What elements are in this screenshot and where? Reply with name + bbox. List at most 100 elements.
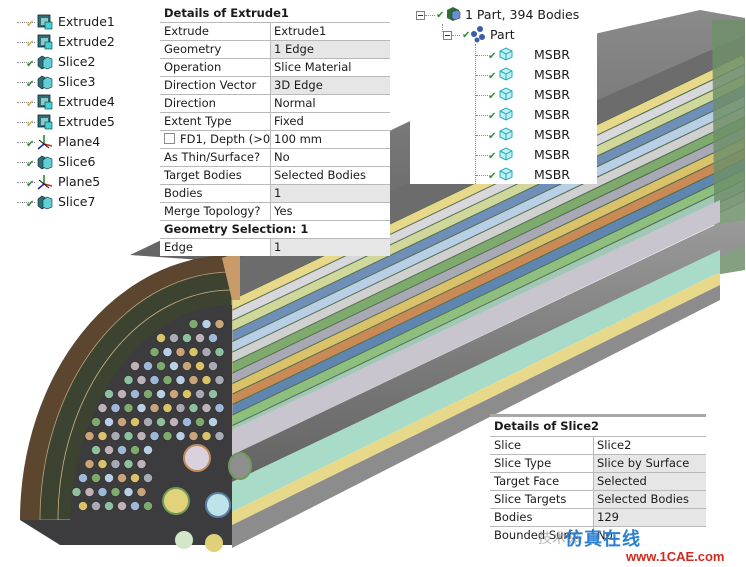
tree-item-label: Slice6 bbox=[58, 154, 96, 169]
channel-hole bbox=[195, 389, 205, 399]
channel-hole bbox=[188, 319, 199, 329]
details-title: Details of Slice2 bbox=[494, 419, 600, 433]
details-value[interactable]: 100 mm bbox=[271, 131, 390, 148]
details-value[interactable]: 1 Edge bbox=[271, 41, 390, 58]
warning-check-icon: ✔ bbox=[26, 119, 35, 130]
details-key: Target Face bbox=[490, 473, 594, 490]
model-tree: ✔ 1 Part, 394 Bodies ✔ Part ✔ MSBR ✔ MSBR ✔ M… bbox=[410, 0, 597, 184]
details-value[interactable]: Extrude1 bbox=[271, 23, 390, 40]
tree-item-extrude2[interactable]: ✔ Extrude2 bbox=[0, 32, 160, 52]
channel-hole bbox=[182, 389, 192, 399]
tree-item-extrude4[interactable]: ✔ Extrude4 bbox=[0, 92, 160, 112]
channel-hole bbox=[123, 431, 134, 441]
tree-item-slice7[interactable]: ✔ Slice7 bbox=[0, 192, 160, 212]
tree-item-extrude1[interactable]: ✔ Extrude1 bbox=[0, 12, 160, 32]
feature-tree: ✔ Extrude1 ✔ Extrude2 ✔ Slice2 ✔ Slice3 ✔ Extrude… bbox=[0, 12, 160, 212]
check-icon: ✔ bbox=[26, 59, 35, 70]
model-tree-root[interactable]: 1 Part, 394 Bodies bbox=[465, 5, 579, 25]
channel-hole bbox=[117, 445, 127, 455]
channel-hole bbox=[136, 459, 147, 469]
channel-hole bbox=[214, 375, 225, 385]
details-row[interactable]: Target Bodies Selected Bodies bbox=[160, 166, 390, 184]
details-row[interactable]: Slice Type Slice by Surface bbox=[490, 454, 706, 472]
channel-hole bbox=[149, 347, 160, 357]
collapse-toggle-part[interactable] bbox=[443, 31, 452, 40]
check-icon: ✔ bbox=[488, 51, 497, 62]
channel-hole bbox=[91, 501, 101, 511]
check-icon: ✔ bbox=[488, 151, 497, 162]
channel-hole bbox=[188, 431, 199, 441]
channel-hole bbox=[78, 501, 88, 511]
details-row[interactable]: Extent Type Fixed bbox=[160, 112, 390, 130]
channel-hole bbox=[162, 375, 173, 385]
details-key: Direction Vector bbox=[160, 77, 271, 94]
details-row[interactable]: Bodies 129 bbox=[490, 508, 706, 526]
channel-hole bbox=[97, 431, 108, 441]
details-value[interactable]: Fixed bbox=[271, 113, 390, 130]
details-value[interactable]: Slice Material bbox=[271, 59, 390, 76]
details-row[interactable]: Geometry 1 Edge bbox=[160, 40, 390, 58]
details-value[interactable]: Selected Bodies bbox=[271, 167, 390, 184]
channel-hole bbox=[143, 417, 153, 427]
tree-item-slice2[interactable]: ✔ Slice2 bbox=[0, 52, 160, 72]
channel-hole bbox=[130, 361, 140, 371]
check-icon: ✔ bbox=[436, 10, 445, 21]
tree-item-plane5[interactable]: ✔ Plane5 bbox=[0, 172, 160, 192]
channel-hole bbox=[123, 403, 134, 413]
details-key: FD1, Depth (>0) bbox=[160, 131, 271, 148]
channel-hole bbox=[130, 501, 140, 511]
channel-hole bbox=[182, 333, 192, 343]
plane-icon bbox=[37, 134, 53, 150]
channel-hole bbox=[110, 403, 121, 413]
model-tree-part[interactable]: Part bbox=[490, 25, 515, 45]
warning-check-icon: ✔ bbox=[26, 39, 35, 50]
details-value[interactable]: 3D Edge bbox=[271, 77, 390, 94]
details-value[interactable]: Slice by Surface bbox=[594, 455, 706, 472]
details-value[interactable]: 129 bbox=[594, 509, 706, 526]
details-value[interactable]: Selected Bodies bbox=[594, 491, 706, 508]
channel-hole bbox=[188, 403, 199, 413]
body-icon bbox=[499, 67, 513, 81]
details-key: Operation bbox=[160, 59, 271, 76]
details-key: Edge bbox=[160, 239, 271, 256]
details-row[interactable]: Edge 1 bbox=[160, 238, 390, 256]
details-row[interactable]: Slice Targets Selected Bodies bbox=[490, 490, 706, 508]
details-section-header[interactable]: Geometry Selection: 1 bbox=[160, 220, 390, 238]
tree-item-label: Extrude5 bbox=[58, 114, 115, 129]
channel-hole bbox=[175, 403, 186, 413]
tree-item-label: Slice7 bbox=[58, 194, 96, 209]
details-value[interactable]: No bbox=[271, 149, 390, 166]
channel-hole bbox=[188, 347, 199, 357]
tree-item-slice3[interactable]: ✔ Slice3 bbox=[0, 72, 160, 92]
channel-hole bbox=[143, 361, 153, 371]
details-value[interactable]: Selected bbox=[594, 473, 706, 490]
channel-hole bbox=[188, 375, 199, 385]
details-row[interactable]: Merge Topology? Yes bbox=[160, 202, 390, 220]
details-row[interactable]: Target Face Selected bbox=[490, 472, 706, 490]
parameter-checkbox[interactable] bbox=[164, 133, 175, 144]
details-value[interactable]: Slice2 bbox=[594, 437, 706, 454]
details-key: Direction bbox=[160, 95, 271, 112]
details-row[interactable]: FD1, Depth (>0) 100 mm bbox=[160, 130, 390, 148]
details-value[interactable]: Yes bbox=[271, 203, 390, 220]
tree-item-plane4[interactable]: ✔ Plane4 bbox=[0, 132, 160, 152]
channel-hole bbox=[97, 459, 108, 469]
details-value[interactable]: 1 bbox=[271, 239, 390, 256]
details-row[interactable]: Operation Slice Material bbox=[160, 58, 390, 76]
channel-hole bbox=[104, 389, 114, 399]
details-value[interactable]: 1 bbox=[271, 185, 390, 202]
channel-hole bbox=[182, 417, 192, 427]
details-value[interactable]: Normal bbox=[271, 95, 390, 112]
channel-hole bbox=[214, 347, 225, 357]
details-row[interactable]: Extrude Extrude1 bbox=[160, 22, 390, 40]
details-row[interactable]: Bodies 1 bbox=[160, 184, 390, 202]
channel-hole bbox=[156, 389, 166, 399]
tree-item-slice6[interactable]: ✔ Slice6 bbox=[0, 152, 160, 172]
details-row[interactable]: Direction Normal bbox=[160, 94, 390, 112]
collapse-toggle-root[interactable] bbox=[416, 11, 425, 20]
watermark-url: www.1CAE.com bbox=[626, 549, 725, 564]
details-row[interactable]: Slice Slice2 bbox=[490, 436, 706, 454]
details-row[interactable]: Direction Vector 3D Edge bbox=[160, 76, 390, 94]
details-row[interactable]: As Thin/Surface? No bbox=[160, 148, 390, 166]
tree-item-extrude5[interactable]: ✔ Extrude5 bbox=[0, 112, 160, 132]
